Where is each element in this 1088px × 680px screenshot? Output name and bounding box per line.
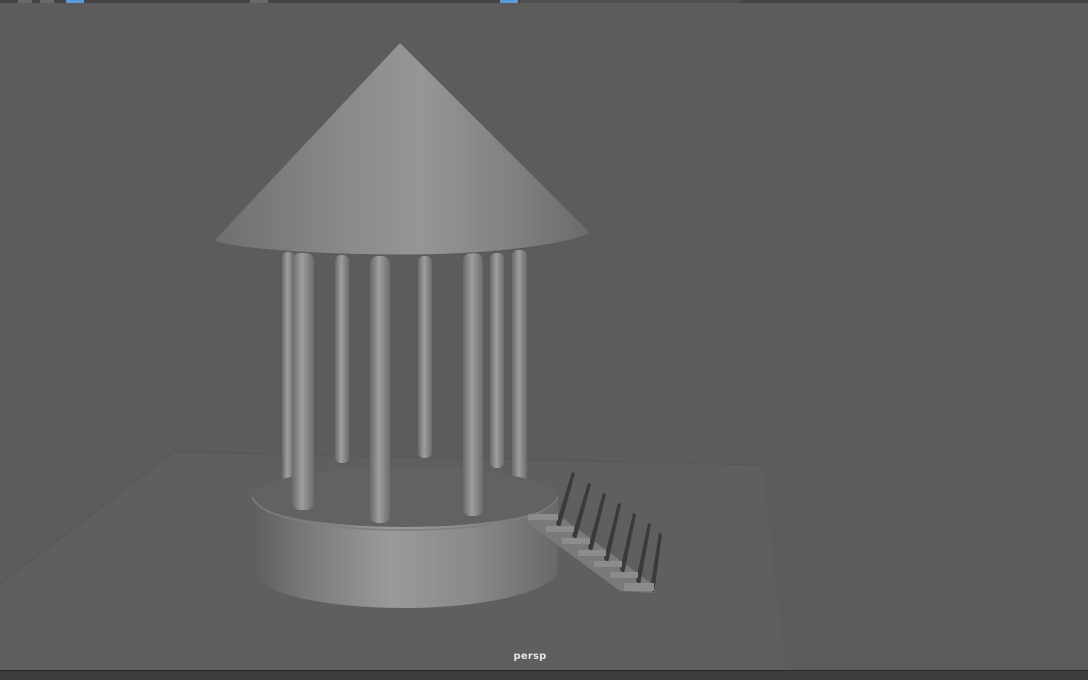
perspective-viewport[interactable]: persp bbox=[0, 3, 1088, 670]
cone-roof[interactable] bbox=[213, 43, 591, 256]
time-slider-bar[interactable] bbox=[0, 670, 1088, 680]
scene-canvas[interactable] bbox=[0, 3, 1088, 670]
camera-label: persp bbox=[513, 651, 547, 662]
maya-window: persp bbox=[0, 0, 1088, 680]
